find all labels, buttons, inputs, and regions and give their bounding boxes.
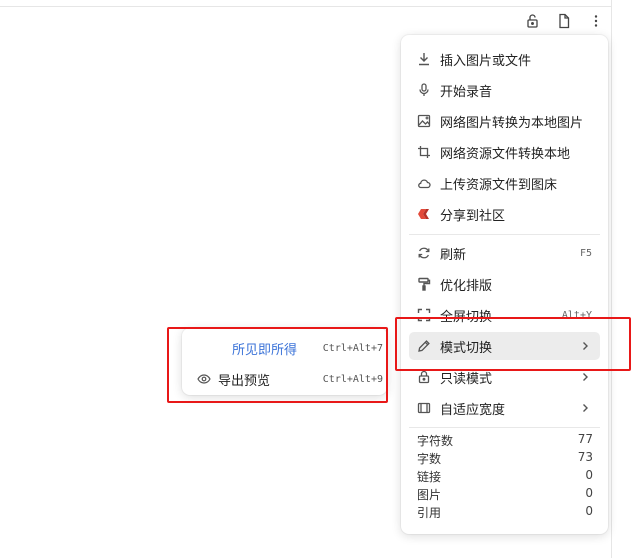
menu-item-fullscreen[interactable]: 全屏切换 Alt+Y — [409, 301, 600, 329]
menu-item-adaptive-width[interactable]: 自适应宽度 — [409, 394, 600, 422]
right-divider — [611, 0, 612, 558]
submenu-item-wysiwyg[interactable]: 所见即所得 Ctrl+Alt+7 — [188, 335, 383, 361]
submenu-item-label: 导出预览 — [218, 373, 271, 389]
image-icon — [416, 113, 432, 129]
stat-words: 字数 73 — [417, 450, 593, 468]
paint-roller-icon — [416, 276, 432, 292]
menu-item-optimize-layout[interactable]: 优化排版 — [409, 270, 600, 298]
blank-icon-slot — [196, 340, 212, 356]
menu-item-mode-switch[interactable]: 模式切换 — [409, 332, 600, 360]
stat-links: 链接 0 — [417, 468, 593, 486]
download-icon — [416, 51, 432, 67]
refresh-icon — [416, 245, 432, 261]
pencil-icon — [416, 338, 432, 354]
shortcut-label: F5 — [579, 247, 592, 259]
menu-item-label: 网络图片转换为本地图片 — [440, 115, 584, 131]
menu-item-share-community[interactable]: 分享到社区 — [409, 200, 600, 228]
menu-divider — [409, 427, 600, 428]
top-divider — [0, 6, 612, 7]
microphone-icon — [416, 82, 432, 98]
shortcut-label: Ctrl+Alt+7 — [322, 342, 383, 354]
stat-label: 图片 — [417, 488, 442, 502]
chevron-right-icon — [578, 372, 592, 382]
stat-value: 0 — [585, 504, 593, 518]
menu-item-label: 优化排版 — [440, 278, 493, 294]
file-icon[interactable] — [555, 12, 573, 30]
unlock-icon[interactable] — [524, 12, 542, 30]
menu-item-label: 全屏切换 — [440, 309, 493, 325]
menu-item-insert-file[interactable]: 插入图片或文件 — [409, 45, 600, 73]
shortcut-label: Ctrl+Alt+9 — [322, 373, 383, 385]
stat-value: 73 — [577, 450, 593, 464]
stat-value: 0 — [585, 486, 593, 500]
menu-item-convert-resources[interactable]: 网络资源文件转换本地 — [409, 138, 600, 166]
chevron-right-icon — [578, 403, 592, 413]
menu-item-convert-images[interactable]: 网络图片转换为本地图片 — [409, 107, 600, 135]
mode-submenu: 所见即所得 Ctrl+Alt+7 导出预览 Ctrl+Alt+9 — [182, 328, 387, 395]
menu-item-label: 只读模式 — [440, 371, 493, 387]
share-logo-icon — [416, 206, 432, 222]
submenu-item-label: 所见即所得 — [232, 342, 298, 358]
eye-icon — [196, 371, 212, 387]
menu-item-label: 网络资源文件转换本地 — [440, 146, 571, 162]
menu-item-label: 自适应宽度 — [440, 402, 506, 418]
stat-label: 链接 — [417, 470, 442, 484]
menu-item-label: 刷新 — [440, 247, 467, 263]
menu-item-refresh[interactable]: 刷新 F5 — [409, 239, 600, 267]
stat-label: 字数 — [417, 452, 442, 466]
stat-value: 0 — [585, 468, 593, 482]
menu-item-label: 模式切换 — [440, 340, 493, 356]
menu-divider — [409, 234, 600, 235]
fullscreen-icon — [416, 307, 432, 323]
more-vertical-icon[interactable] — [587, 12, 605, 30]
stat-images: 图片 0 — [417, 486, 593, 504]
cloud-icon — [416, 175, 432, 191]
crop-icon — [416, 144, 432, 160]
menu-item-label: 开始录音 — [440, 84, 493, 100]
shortcut-label: Alt+Y — [561, 309, 592, 321]
stat-label: 字符数 — [417, 434, 454, 448]
submenu-item-export-preview[interactable]: 导出预览 Ctrl+Alt+9 — [188, 366, 383, 392]
stat-label: 引用 — [417, 506, 442, 520]
more-menu: 插入图片或文件 开始录音 网络图片转换为本地图片 网络资源文件转换本地 上传资源… — [401, 35, 608, 534]
width-icon — [416, 400, 432, 416]
chevron-right-icon — [578, 341, 592, 351]
stat-value: 77 — [577, 432, 593, 446]
menu-item-start-recording[interactable]: 开始录音 — [409, 76, 600, 104]
stat-characters: 字符数 77 — [417, 432, 593, 450]
menu-item-label: 上传资源文件到图床 — [440, 177, 558, 193]
lock-icon — [416, 369, 432, 385]
menu-item-upload-resources[interactable]: 上传资源文件到图床 — [409, 169, 600, 197]
menu-item-readonly[interactable]: 只读模式 — [409, 363, 600, 391]
menu-item-label: 插入图片或文件 — [440, 53, 532, 69]
menu-item-label: 分享到社区 — [440, 208, 506, 224]
stat-quotes: 引用 0 — [417, 504, 593, 522]
